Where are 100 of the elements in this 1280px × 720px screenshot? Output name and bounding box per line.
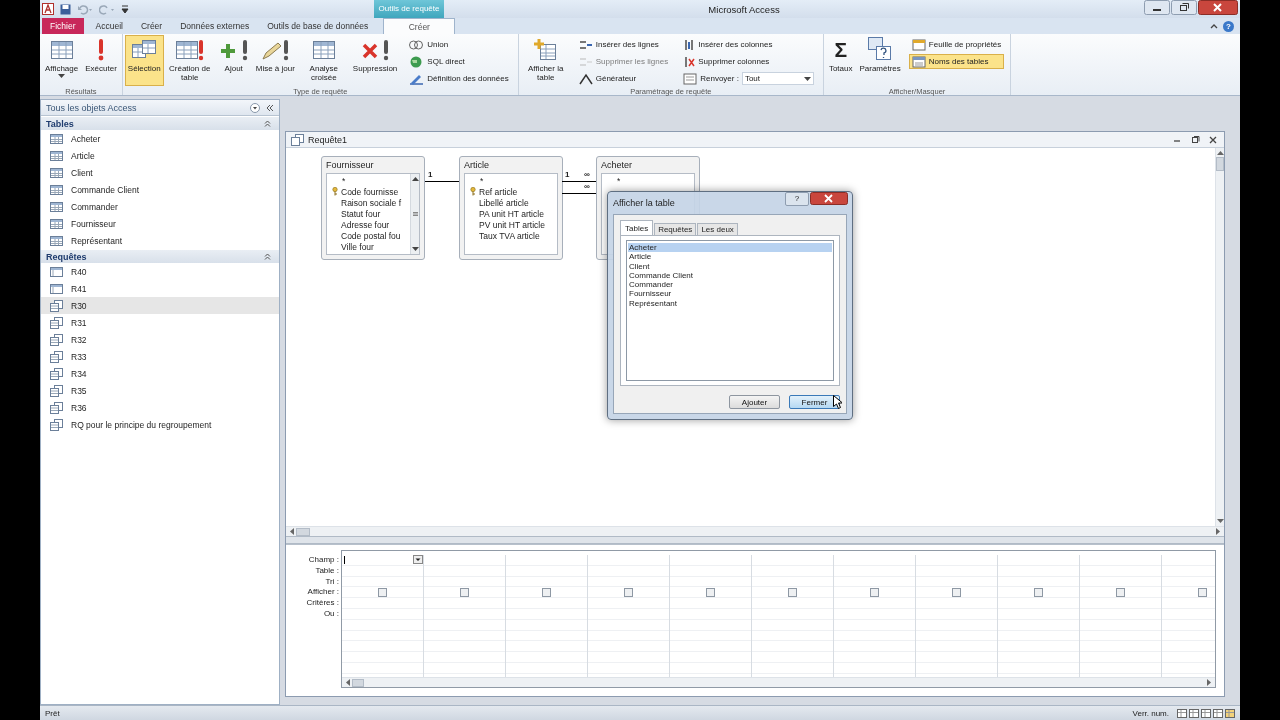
ribbon-tab[interactable]: Créer (131, 18, 172, 34)
ribbon-button[interactable]: Générateur (575, 71, 672, 86)
datasheet-view-icon[interactable] (1177, 708, 1187, 718)
nav-item[interactable]: Commander (41, 198, 279, 215)
nav-item[interactable]: Représentant (41, 232, 279, 249)
ribbon-button[interactable]: Affichage (42, 35, 82, 86)
ribbon-tab[interactable]: Créer (383, 18, 456, 34)
close-icon[interactable] (1208, 135, 1218, 144)
nav-item[interactable]: R31 (41, 314, 279, 331)
nav-item[interactable]: R32 (41, 331, 279, 348)
ribbon-button[interactable]: Afficher la table (520, 35, 571, 86)
ribbon-tab[interactable]: Accueil (86, 18, 132, 34)
minimize-icon[interactable] (1144, 0, 1170, 15)
list-item[interactable]: Fournisseur (628, 289, 832, 299)
ribbon-button[interactable]: Définition des données (405, 71, 512, 86)
ribbon-button[interactable]: Exécuter (82, 35, 120, 86)
show-checkbox[interactable] (624, 587, 633, 597)
ribbon-button[interactable]: Création de table (164, 35, 215, 86)
ribbon-button[interactable]: Supprimer colonnes (680, 54, 817, 69)
close-icon[interactable] (810, 192, 848, 205)
ribbon-tab[interactable]: Données externes (171, 18, 259, 34)
restore-icon[interactable] (1171, 0, 1197, 15)
field-list-scrollbar[interactable] (410, 174, 419, 254)
ribbon-button[interactable]: Ajout (215, 35, 252, 86)
horizontal-scrollbar[interactable] (342, 677, 1215, 687)
field-dropdown[interactable] (342, 554, 423, 565)
return-dropdown[interactable]: Tout (741, 72, 814, 85)
nav-item[interactable]: Client (41, 164, 279, 181)
list-item[interactable]: Commande Client (628, 270, 832, 281)
field-item[interactable]: Libellé article (470, 197, 557, 208)
collapse-icon[interactable] (264, 253, 271, 260)
restore-icon[interactable] (1190, 135, 1200, 144)
nav-item[interactable]: R34 (41, 365, 279, 382)
ribbon-button[interactable]: Noms des tables (908, 54, 1005, 69)
show-checkbox[interactable] (952, 587, 961, 597)
ribbon-button[interactable]: Insérer des lignes (575, 37, 672, 52)
list-item[interactable]: Acheter (628, 243, 832, 253)
nav-item[interactable]: Acheter (41, 130, 279, 147)
ribbon-button[interactable]: Σ Totaux (825, 35, 856, 86)
nav-item[interactable]: Fournisseur (41, 215, 279, 232)
chart-view-icon[interactable] (1201, 708, 1211, 718)
ribbon-tab[interactable]: Outils de base de données (258, 18, 378, 34)
field-item[interactable]: Taux TVA article (470, 230, 557, 241)
help-button[interactable]: ? (1223, 20, 1234, 32)
vertical-scrollbar[interactable] (1215, 148, 1224, 526)
field-item[interactable]: * (332, 175, 410, 186)
nav-item[interactable]: Article (41, 147, 279, 164)
customize-icon[interactable] (121, 3, 129, 15)
ribbon-button[interactable]: Insérer des colonnes (680, 37, 817, 52)
collapse-icon[interactable] (264, 120, 271, 127)
dialog-tab[interactable]: Tables (620, 220, 654, 235)
design-view-icon[interactable] (1225, 708, 1235, 718)
collapse-pane-icon[interactable] (266, 103, 274, 112)
help-button[interactable]: ? (785, 192, 809, 206)
show-checkbox[interactable] (1198, 587, 1207, 597)
app-icon[interactable] (42, 3, 54, 15)
scroll-thumb[interactable] (1216, 157, 1224, 171)
show-checkbox[interactable] (542, 587, 551, 597)
ribbon-button[interactable]: Analyse croisée (298, 35, 349, 86)
field-item[interactable]: Raison sociale f (332, 197, 410, 208)
show-checkbox[interactable] (788, 587, 797, 597)
ribbon-button[interactable]: Union (405, 37, 512, 52)
nav-item[interactable]: R30 (41, 297, 279, 314)
list-item[interactable]: Article (628, 252, 832, 262)
nav-item[interactable]: R41 (41, 280, 279, 297)
pivot-view-icon[interactable] (1189, 708, 1199, 718)
ribbon-button[interactable]: SQL direct (405, 54, 512, 69)
scroll-thumb[interactable] (352, 678, 364, 687)
close-icon[interactable] (1198, 0, 1238, 15)
field-item[interactable]: Ville four (332, 241, 410, 252)
field-item[interactable]: Statut four (332, 208, 410, 219)
field-item[interactable]: Code fournisse (332, 186, 410, 197)
field-item[interactable]: PV unit HT article (470, 219, 557, 230)
field-item[interactable]: * (470, 175, 557, 186)
scroll-thumb[interactable] (296, 527, 310, 536)
nav-item[interactable]: R35 (41, 382, 279, 399)
field-item[interactable]: Ref article (470, 186, 557, 197)
save-icon[interactable] (60, 3, 71, 15)
nav-item[interactable]: R33 (41, 348, 279, 365)
file-tab[interactable]: Fichier (42, 18, 84, 34)
redo-icon[interactable] (99, 3, 115, 15)
sql-view-icon[interactable] (1213, 708, 1223, 718)
nav-item[interactable]: Commande Client (41, 181, 279, 198)
field-item[interactable]: Code postal fou (332, 230, 410, 241)
show-checkbox[interactable] (1116, 587, 1125, 597)
show-checkbox[interactable] (460, 587, 469, 597)
horizontal-scrollbar[interactable] (286, 526, 1224, 536)
nav-item[interactable]: R40 (41, 263, 279, 280)
ribbon-button[interactable]: Sélection (124, 35, 164, 86)
dialog-tab[interactable]: Requêtes (654, 223, 697, 235)
ribbon-button[interactable]: Suppression (349, 35, 401, 86)
ribbon-button[interactable]: Paramètres (856, 35, 904, 86)
list-item[interactable]: Commander (628, 280, 832, 290)
nav-item[interactable]: RQ pour le principe du regroupement (41, 416, 279, 433)
nav-item[interactable]: R36 (41, 399, 279, 416)
show-checkbox[interactable] (706, 587, 715, 597)
dialog-tab[interactable]: Les deux (697, 223, 738, 235)
list-item[interactable]: Représentant (628, 298, 832, 309)
dialog-button[interactable]: Ajouter (729, 395, 780, 409)
list-item[interactable]: Client (628, 261, 832, 271)
